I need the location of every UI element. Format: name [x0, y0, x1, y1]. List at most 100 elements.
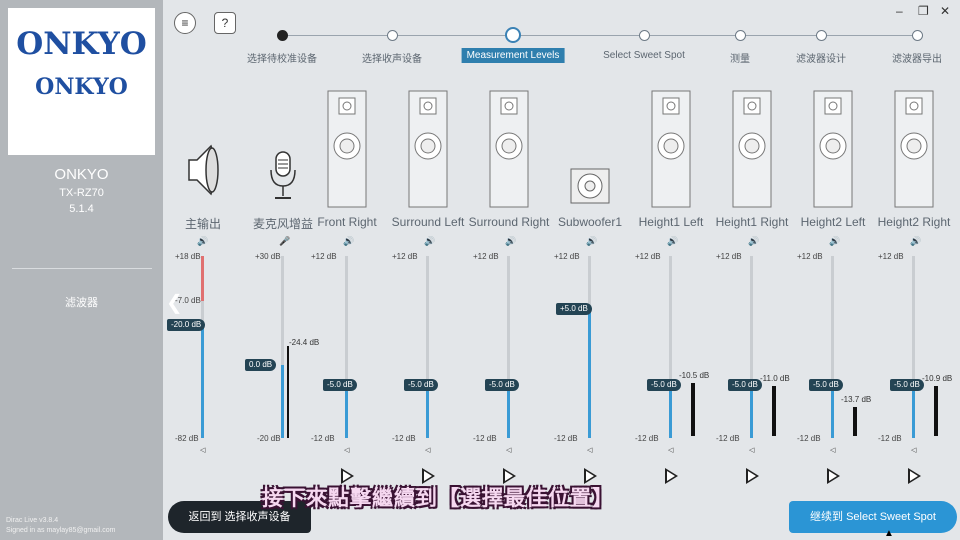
tick-bottom: -12 dB [311, 434, 335, 443]
tick-bottom: -12 dB [797, 434, 821, 443]
channel-column: Front Right 🔊 +12 dB -12 dB -5.0 dB ◁ [307, 0, 387, 540]
tick-bottom: -20 dB [257, 434, 281, 443]
version-text: Dirac Live v3.8.4 [6, 517, 59, 524]
channel-slider-fill [831, 384, 834, 438]
tick-top: +12 dB [878, 252, 904, 261]
tick-top: +30 dB [255, 252, 281, 261]
level-meter-value: -11.0 dB [760, 374, 790, 384]
mute-icon[interactable]: ◁ [506, 446, 511, 454]
channel-slider-fill [426, 384, 429, 438]
channel-column: Height2 Left 🔊 +12 dB -12 dB -13.7 dB -5.0 dB… [793, 0, 873, 540]
level-meter-value: -13.7 dB [841, 394, 872, 404]
mic-gain-slider-handle[interactable]: 0.0 dB [245, 359, 277, 371]
tower-speaker-icon [327, 90, 367, 208]
mute-icon[interactable]: ◁ [830, 446, 835, 454]
tower-speaker-icon [894, 90, 934, 208]
tick-bottom: -82 dB [175, 434, 199, 443]
channel-slider-handle[interactable]: +5.0 dB [556, 303, 592, 316]
mute-icon[interactable]: ◁ [668, 446, 673, 454]
tick-bottom: -12 dB [635, 434, 659, 443]
brand-logo: ONKYO ONKYO [8, 8, 155, 155]
mute-icon[interactable]: ◁ [911, 446, 916, 454]
channel-slider-handle[interactable]: -5.0 dB [809, 378, 843, 391]
level-meter-value: -10.9 dB [922, 373, 953, 383]
tick-bottom: -12 dB [554, 434, 578, 443]
main-output-fill [201, 325, 204, 438]
tick-top: +12 dB [392, 252, 418, 261]
sidebar-footer: Dirac Live v3.8.4 Signed in as maylay85@… [6, 516, 115, 536]
channel-slider-handle[interactable]: -5.0 dB [890, 378, 924, 391]
logo-text-large: ONKYO [16, 26, 147, 62]
main-output-slider-handle[interactable]: -20.0 dB [167, 319, 206, 331]
microphone-small-icon: 🎤 [279, 236, 291, 246]
speaker-volume-icon: 🔊 [197, 236, 209, 246]
channel-column: Height1 Left 🔊 +12 dB -12 dB -10.5 dB -5.0 dB… [631, 0, 711, 540]
channel-column: Surround Right 🔊 +12 dB -12 dB -5.0 dB ◁ [469, 0, 549, 540]
channel-slider-fill [507, 384, 510, 438]
subwoofer-icon [570, 168, 610, 204]
channel-slider-fill [588, 309, 591, 438]
play-test-tone-icon[interactable] [827, 468, 840, 484]
signed-in-text: Signed in as maylay85@gmail.com [6, 527, 116, 534]
video-subtitle: 接下來點擊繼續到【選擇最佳位置】 [262, 487, 614, 510]
mute-icon[interactable]: ◁ [200, 446, 205, 454]
channel-slider-fill [345, 384, 348, 438]
tick-mid: -7.0 dB [175, 296, 201, 305]
channel-column: Height1 Right 🔊 +12 dB -12 dB -11.0 dB -5.0 d… [712, 0, 792, 540]
tower-speaker-icon [408, 90, 448, 208]
play-test-tone-icon[interactable] [746, 468, 759, 484]
microphone-icon [270, 151, 296, 199]
level-meter-bar [853, 406, 857, 436]
tick-bottom: -12 dB [716, 434, 740, 443]
tick-top: +12 dB [716, 252, 742, 261]
play-test-tone-icon[interactable] [908, 468, 921, 484]
tick-bottom: -12 dB [473, 434, 497, 443]
logo-text-small: ONKYO [35, 74, 128, 100]
device-model: TX-RZ70 [59, 187, 104, 199]
mute-icon[interactable]: ◁ [749, 446, 754, 454]
speaker-volume-icon: 🔊 [505, 236, 517, 246]
sidebar-divider [12, 268, 152, 269]
mute-icon[interactable]: ◁ [587, 446, 592, 454]
channel-slider-handle[interactable]: -5.0 dB [728, 378, 762, 391]
tower-speaker-icon [489, 90, 529, 208]
tick-bottom: -12 dB [392, 434, 416, 443]
tick-top: +12 dB [797, 252, 823, 261]
device-info: ONKYO TX-RZ70 5.1.4 [0, 166, 163, 215]
channel-slider-handle[interactable]: -5.0 dB [647, 378, 681, 391]
channel-column: Subwoofer1 🔊 +12 dB -12 dB +5.0 dB ◁ [550, 0, 630, 540]
speaker-volume-icon: 🔊 [829, 236, 841, 246]
channel-slider-handle[interactable]: -5.0 dB [404, 378, 438, 391]
level-meter-value: -10.5 dB [679, 370, 710, 380]
tick-top: +12 dB [554, 252, 580, 261]
speaker-volume-icon: 🔊 [667, 236, 679, 246]
channel-slider-fill [912, 384, 915, 438]
tick-top: +18 dB [175, 252, 201, 261]
loudspeaker-icon [188, 144, 219, 196]
tower-speaker-icon [732, 90, 772, 208]
channel-column: Surround Left 🔊 +12 dB -12 dB -5.0 dB ◁ [388, 0, 468, 540]
mute-icon[interactable]: ◁ [425, 446, 430, 454]
channel-slider-fill [750, 384, 753, 438]
play-test-tone-icon[interactable] [665, 468, 678, 484]
channel-slider-handle[interactable]: -5.0 dB [323, 378, 357, 391]
tick-top: +12 dB [635, 252, 661, 261]
speaker-volume-icon: 🔊 [586, 236, 598, 246]
speaker-volume-icon: 🔊 [343, 236, 355, 246]
sidebar-item-filter[interactable]: 滤波器 [0, 294, 163, 310]
tower-speaker-icon [651, 90, 691, 208]
main-output-column: 主输出 🔊 +18 dB -7.0 dB -82 dB -20.0 dB ◁ [163, 0, 243, 540]
channel-slider-handle[interactable]: -5.0 dB [485, 378, 519, 391]
channel-label: Height2 Right [877, 215, 951, 229]
level-meter-bar [934, 385, 938, 436]
mic-level-meter [287, 346, 289, 438]
device-brand: ONKYO [54, 166, 109, 183]
tower-speaker-icon [813, 90, 853, 208]
level-meter-bar [772, 386, 776, 436]
tick-bottom: -12 dB [878, 434, 902, 443]
mouse-cursor-icon: ▲ [884, 528, 894, 539]
speaker-config: 5.1.4 [69, 203, 94, 215]
mute-icon[interactable]: ◁ [344, 446, 349, 454]
main-output-clip-zone [201, 256, 204, 301]
continue-button[interactable]: 继续到 Select Sweet Spot [789, 501, 957, 533]
